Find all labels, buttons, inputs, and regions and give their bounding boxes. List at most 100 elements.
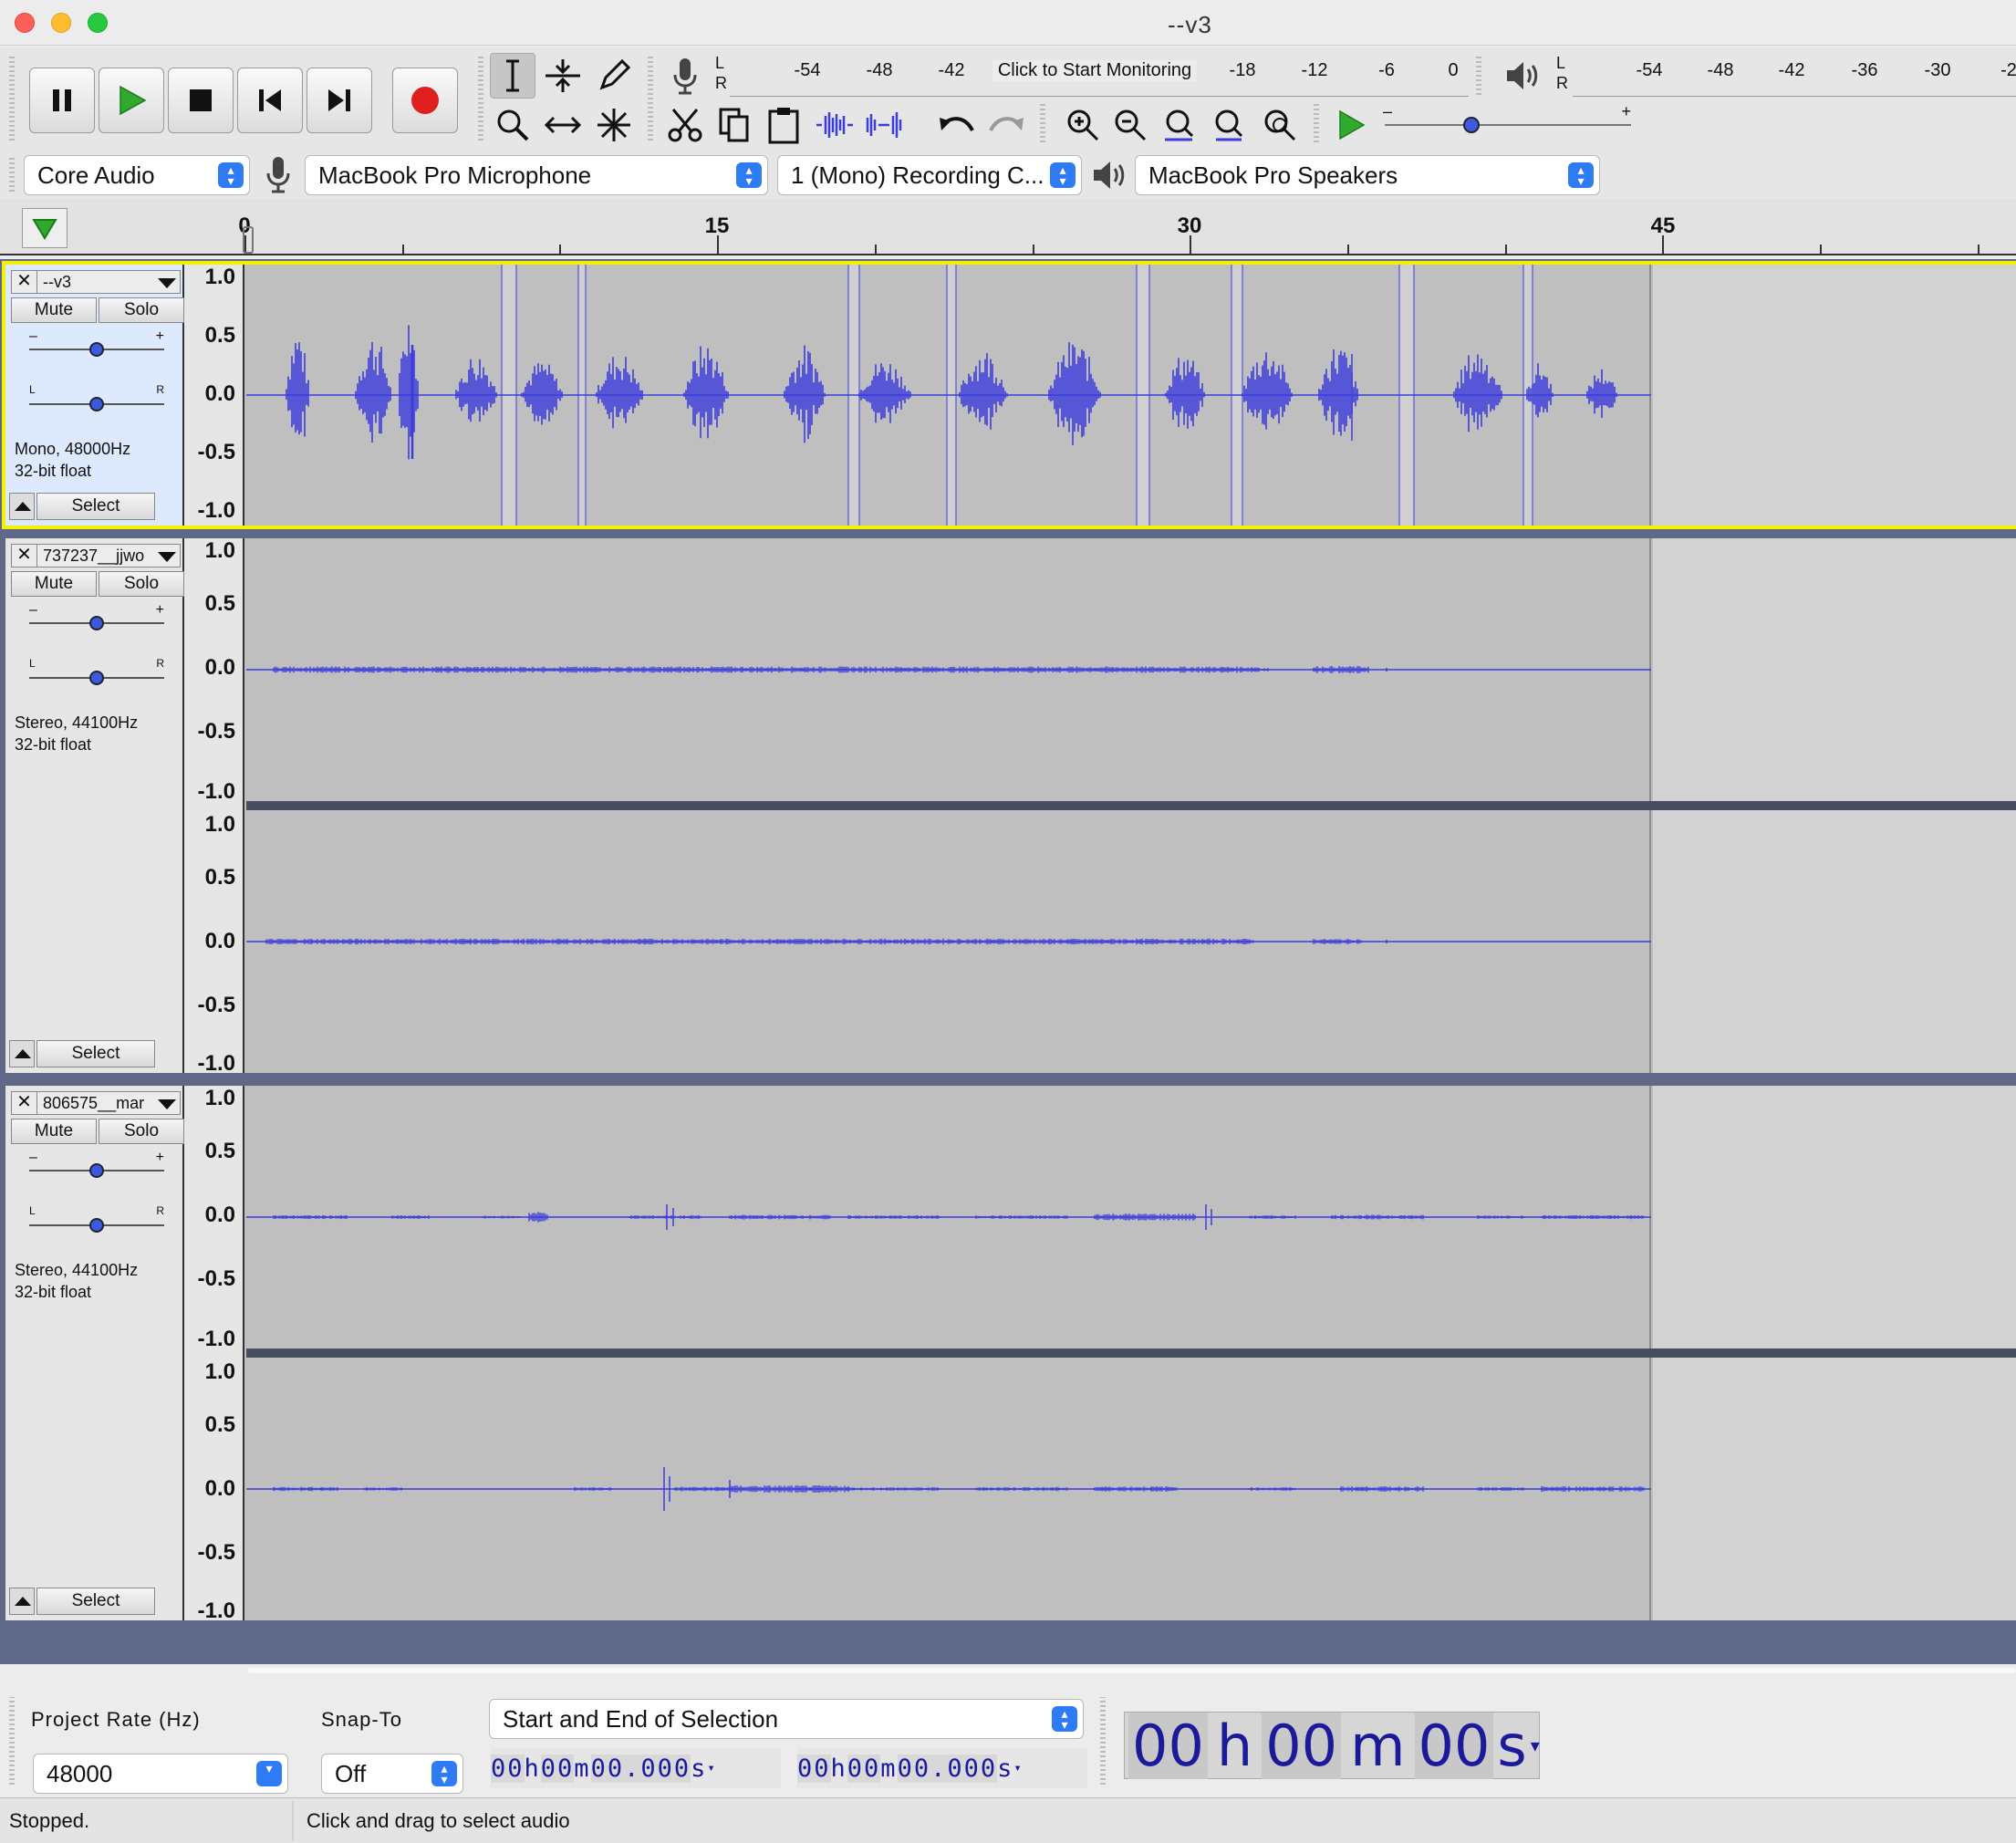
vertical-scale[interactable]: 1.0 0.5 0.0 -0.5 -1.0	[184, 265, 244, 526]
redo-button[interactable]	[983, 102, 1029, 148]
empty-track-region[interactable]	[1653, 810, 2016, 1073]
solo-button[interactable]: Solo	[99, 1119, 184, 1144]
close-track-icon[interactable]: ✕	[12, 1092, 37, 1114]
selection-tool-button[interactable]	[490, 53, 535, 99]
fit-selection-button[interactable]	[1157, 102, 1202, 148]
select-track-button[interactable]: Select	[36, 1040, 155, 1067]
toolbar-grip[interactable]	[1314, 102, 1319, 142]
record-meter[interactable]: -54 -48 -42 Click to Start Monitoring -1…	[730, 57, 1469, 97]
collapse-track-button[interactable]	[9, 493, 35, 520]
mute-button[interactable]: Mute	[11, 1119, 97, 1144]
pan-slider[interactable]: L R	[29, 1204, 164, 1239]
track-806575[interactable]: ✕ 806575__mar Mute Solo – + L R Stereo, …	[5, 1086, 2016, 1623]
undo-button[interactable]	[934, 102, 980, 148]
mute-button[interactable]: Mute	[11, 297, 97, 323]
zoom-out-button[interactable]	[1107, 102, 1153, 148]
timeline-options-button[interactable]	[22, 208, 68, 248]
snap-to-select[interactable]: Off ▴ ▾	[321, 1754, 463, 1794]
skip-end-button[interactable]	[307, 68, 372, 133]
toolbar-grip[interactable]	[9, 55, 15, 141]
gain-slider-knob[interactable]	[89, 342, 104, 357]
gain-slider-knob[interactable]	[89, 616, 104, 630]
stop-button[interactable]	[168, 68, 234, 133]
pan-slider[interactable]: L R	[29, 657, 164, 692]
collapse-track-button[interactable]	[9, 1588, 35, 1615]
zoom-toggle-button[interactable]	[1257, 102, 1303, 148]
toolbar-grip[interactable]	[478, 55, 483, 141]
play-button[interactable]	[99, 68, 164, 133]
empty-track-region[interactable]	[1653, 1086, 2016, 1348]
solo-button[interactable]: Solo	[99, 297, 184, 323]
silence-button[interactable]	[861, 102, 907, 148]
track-name-button[interactable]: ✕ 737237__jjwo	[11, 544, 181, 567]
fit-project-button[interactable]	[1206, 102, 1252, 148]
empty-track-region[interactable]	[1653, 538, 2016, 801]
copy-button[interactable]	[712, 102, 757, 148]
paste-button[interactable]	[761, 102, 806, 148]
timeline-ruler[interactable]: 0 15 30 45	[0, 199, 2016, 255]
draw-tool-button[interactable]	[591, 53, 637, 99]
cut-button[interactable]	[662, 102, 708, 148]
play-at-speed-button[interactable]	[1328, 102, 1374, 148]
waveform-area-right[interactable]	[246, 1358, 1651, 1620]
record-button[interactable]	[392, 68, 458, 133]
vertical-scale[interactable]: 1.0 0.5 0.0 -0.5 -1.0 1.0 0.5 0.0 -0.5 -…	[184, 538, 244, 1076]
pan-slider-knob[interactable]	[89, 1218, 104, 1233]
solo-button[interactable]: Solo	[99, 571, 184, 597]
recording-device-select[interactable]: MacBook Pro Microphone ▴ ▾	[305, 155, 768, 195]
close-window-button[interactable]	[15, 13, 35, 33]
envelope-tool-button[interactable]	[540, 53, 586, 99]
pan-slider-knob[interactable]	[89, 397, 104, 411]
pause-button[interactable]	[29, 68, 95, 133]
speed-slider-knob[interactable]	[1462, 117, 1480, 133]
pan-slider-knob[interactable]	[89, 671, 104, 685]
toolbar-grip[interactable]	[1476, 55, 1481, 95]
audio-position-display[interactable]: 00 h 00 m 00 s ▾	[1124, 1712, 1540, 1779]
gain-slider-knob[interactable]	[89, 1163, 104, 1178]
play-head-marker[interactable]	[243, 226, 254, 254]
trim-button[interactable]	[812, 102, 857, 148]
minimize-window-button[interactable]	[51, 13, 71, 33]
vertical-scale[interactable]: 1.0 0.5 0.0 -0.5 -1.0 1.0 0.5 0.0 -0.5 -…	[184, 1086, 244, 1623]
toolbar-grip[interactable]	[9, 1697, 15, 1785]
audio-host-select[interactable]: Core Audio ▴ ▾	[24, 155, 250, 195]
record-meter-button[interactable]	[662, 53, 708, 99]
play-at-speed-slider[interactable]: – +	[1379, 102, 1637, 142]
collapse-track-button[interactable]	[9, 1040, 35, 1067]
empty-track-region[interactable]	[1653, 1358, 2016, 1620]
mute-button[interactable]: Mute	[11, 571, 97, 597]
track-name-button[interactable]: ✕ 806575__mar	[11, 1091, 181, 1115]
waveform-area-right[interactable]	[246, 810, 1651, 1073]
select-track-button[interactable]: Select	[36, 493, 155, 520]
format-menu-icon[interactable]: ▾	[1013, 1761, 1023, 1775]
zoom-tool-button[interactable]	[490, 102, 535, 148]
track-v3[interactable]: ✕ --v3 Mute Solo – + L R Mono, 48000Hz 3…	[2, 261, 2016, 529]
zoom-window-button[interactable]	[88, 13, 108, 33]
zoom-in-button[interactable]	[1060, 102, 1106, 148]
format-menu-icon[interactable]: ▾	[1531, 1734, 1540, 1756]
waveform-area-left[interactable]	[246, 1086, 1651, 1348]
waveform-area-left[interactable]	[246, 538, 1651, 801]
gain-slider[interactable]: – +	[29, 602, 164, 637]
track-737237[interactable]: ✕ 737237__jjwo Mute Solo – + L R Stereo,…	[5, 538, 2016, 1076]
format-menu-icon[interactable]: ▾	[707, 1761, 716, 1775]
playback-device-select[interactable]: MacBook Pro Speakers ▴ ▾	[1135, 155, 1600, 195]
monitor-label[interactable]: Click to Start Monitoring	[992, 60, 1198, 81]
waveform-area[interactable]	[246, 265, 1651, 526]
select-track-button[interactable]: Select	[36, 1588, 155, 1615]
close-track-icon[interactable]: ✕	[12, 545, 37, 567]
time-shift-tool-button[interactable]	[540, 102, 586, 148]
toolbar-grip[interactable]	[1040, 102, 1045, 142]
multi-tool-button[interactable]	[591, 102, 637, 148]
playback-meter[interactable]: -54 -48 -42 -36 -30 -2	[1573, 57, 2016, 97]
gain-slider[interactable]: – +	[29, 1150, 164, 1184]
project-rate-select[interactable]: 48000 ▾	[33, 1754, 288, 1794]
empty-track-region[interactable]	[1653, 265, 2016, 526]
skip-start-button[interactable]	[237, 68, 303, 133]
horizontal-scrollbar[interactable]	[0, 1666, 2016, 1675]
toolbar-grip[interactable]	[648, 55, 653, 141]
playback-meter-button[interactable]	[1500, 53, 1545, 99]
track-area[interactable]: ✕ --v3 Mute Solo – + L R Mono, 48000Hz 3…	[0, 259, 2016, 1664]
toolbar-grip[interactable]	[1100, 1697, 1106, 1785]
selection-mode-select[interactable]: Start and End of Selection ▴ ▾	[489, 1699, 1084, 1739]
